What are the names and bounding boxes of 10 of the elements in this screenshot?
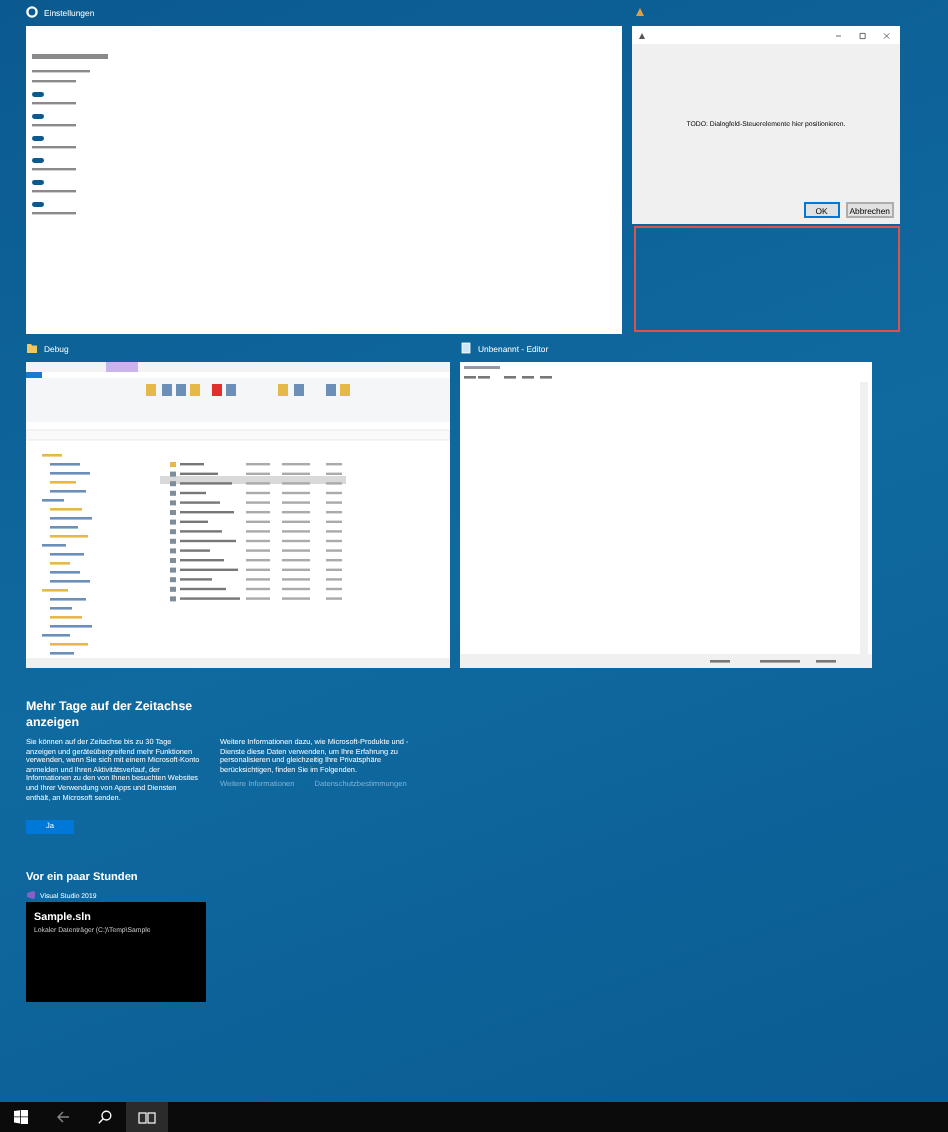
- app-icon: [634, 6, 646, 18]
- search-icon[interactable]: [98, 1110, 112, 1124]
- task-view-icon[interactable]: [138, 1109, 156, 1125]
- app-icon: [26, 890, 36, 901]
- notepad-icon: [460, 342, 472, 354]
- back-arrow-icon[interactable]: [56, 1110, 70, 1124]
- windows-logo-icon[interactable]: [14, 1110, 28, 1124]
- folder-icon: [26, 342, 38, 354]
- app-icon: [638, 31, 646, 39]
- window-controls-icon[interactable]: [834, 31, 894, 39]
